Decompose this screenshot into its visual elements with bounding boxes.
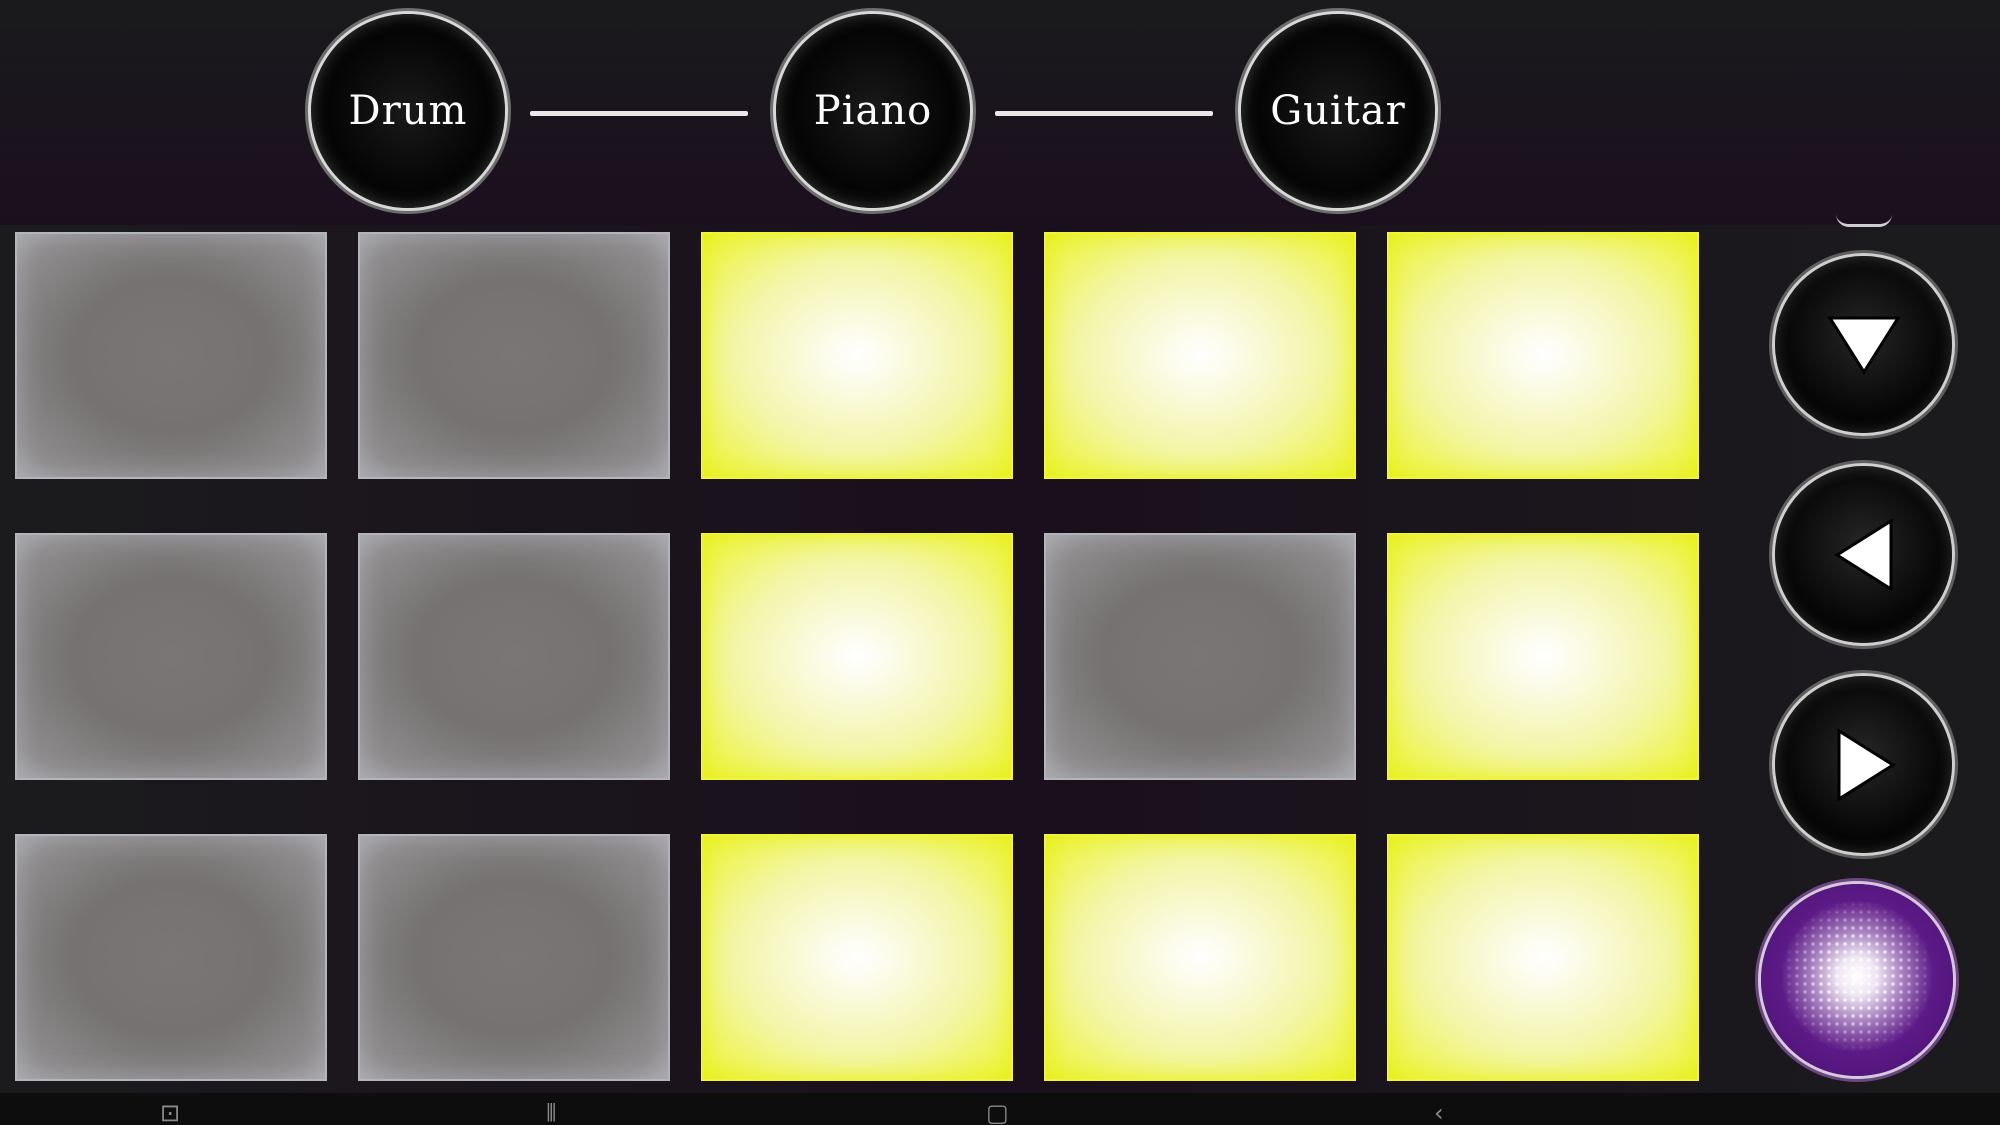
left-triangle-icon	[1833, 517, 1892, 592]
pad-r2-c5[interactable]	[1387, 533, 1699, 780]
play-button[interactable]	[1775, 676, 1952, 853]
page-down-button[interactable]	[1775, 256, 1952, 433]
pad-grid	[15, 232, 1700, 1082]
screenshot-icon[interactable]: ⊡	[160, 1101, 180, 1125]
pad-r1-c3[interactable]	[701, 232, 1013, 479]
pad-r3-c3[interactable]	[701, 834, 1013, 1081]
pad-r3-c4[interactable]	[1044, 834, 1356, 1081]
recent-apps-icon[interactable]: ⦀	[546, 1101, 557, 1125]
guitar-label: Guitar	[1270, 88, 1406, 134]
launchpad-app: Drum Piano Guitar ⊡ ⦀ ▢ ‹	[0, 0, 2000, 1125]
drum-button[interactable]: Drum	[311, 14, 505, 208]
pad-r2-c1[interactable]	[15, 533, 327, 780]
home-icon[interactable]: ▢	[986, 1101, 1009, 1125]
pad-r1-c1[interactable]	[15, 232, 327, 479]
pad-r2-c2[interactable]	[358, 533, 670, 780]
pad-r3-c1[interactable]	[15, 834, 327, 1081]
connector-line	[995, 111, 1213, 116]
pad-r3-c2[interactable]	[358, 834, 670, 1081]
drum-label: Drum	[348, 88, 468, 134]
system-nav-bar: ⊡ ⦀ ▢ ‹	[0, 1093, 2000, 1125]
connector-line	[530, 111, 748, 116]
pad-r2-c4[interactable]	[1044, 533, 1356, 780]
pad-r1-c2[interactable]	[358, 232, 670, 479]
pad-r3-c5[interactable]	[1387, 834, 1699, 1081]
down-triangle-icon	[1826, 316, 1901, 375]
piano-label: Piano	[813, 88, 933, 134]
back-icon[interactable]: ‹	[1434, 1101, 1444, 1125]
pad-r1-c4[interactable]	[1044, 232, 1356, 479]
guitar-button[interactable]: Guitar	[1241, 14, 1435, 208]
scroll-up-button-edge[interactable]	[1836, 214, 1892, 227]
record-icon	[1761, 884, 1953, 1076]
record-button[interactable]	[1761, 884, 1953, 1076]
previous-button[interactable]	[1775, 466, 1952, 643]
pad-r2-c3[interactable]	[701, 533, 1013, 780]
piano-button[interactable]: Piano	[776, 14, 970, 208]
pad-r1-c5[interactable]	[1387, 232, 1699, 479]
right-triangle-icon	[1837, 727, 1896, 802]
